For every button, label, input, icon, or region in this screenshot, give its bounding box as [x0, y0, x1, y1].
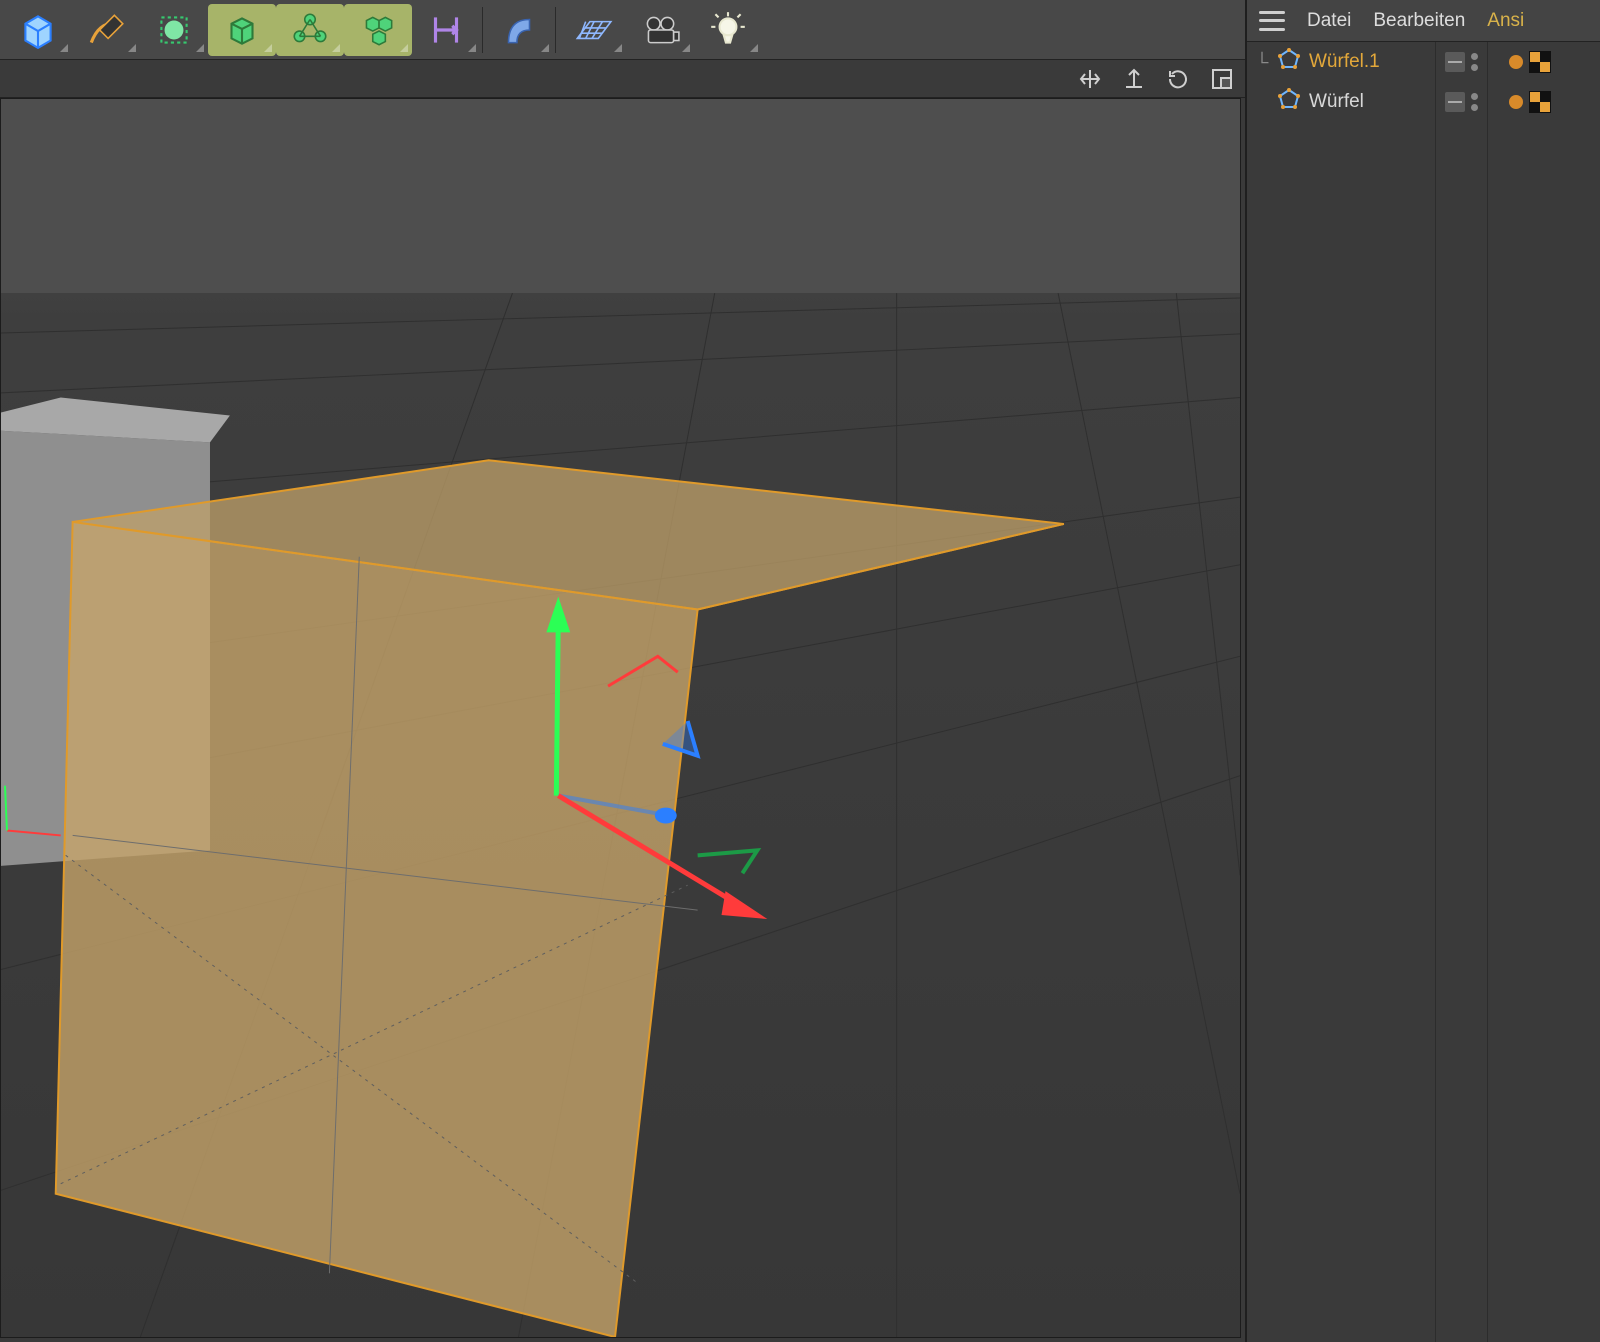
- tree-branch-icon: [1255, 92, 1269, 113]
- polygon-object-icon: [1277, 87, 1301, 117]
- tool-floor[interactable]: [558, 4, 626, 56]
- object-selected-cube[interactable]: [56, 460, 1064, 1337]
- texture-tag-icon[interactable]: [1529, 91, 1551, 113]
- toolbar-separator: [555, 7, 556, 53]
- visibility-dots[interactable]: [1471, 93, 1478, 111]
- object-manager-panel: Datei Bearbeiten Ansi └ Würfel.1: [1245, 0, 1600, 1342]
- tool-camera[interactable]: [626, 4, 694, 56]
- tool-atom-array[interactable]: [276, 4, 344, 56]
- submenu-indicator-icon: [264, 44, 272, 52]
- viewport-maximize-icon[interactable]: [1209, 66, 1235, 92]
- submenu-indicator-icon: [332, 44, 340, 52]
- toolbar-separator: [482, 7, 483, 53]
- submenu-indicator-icon: [128, 44, 136, 52]
- submenu-indicator-icon: [468, 44, 476, 52]
- object-tree[interactable]: └ Würfel.1 Würfel: [1247, 42, 1435, 1342]
- tool-light[interactable]: [694, 4, 762, 56]
- tool-spline-pen[interactable]: [72, 4, 140, 56]
- texture-tag-icon[interactable]: [1529, 51, 1551, 73]
- menu-file[interactable]: Datei: [1307, 10, 1351, 32]
- object-name[interactable]: Würfel: [1309, 91, 1364, 113]
- viewport-orbit-icon[interactable]: [1165, 66, 1191, 92]
- tool-cloner[interactable]: [344, 4, 412, 56]
- submenu-indicator-icon: [60, 44, 68, 52]
- menu-view[interactable]: Ansi: [1487, 10, 1524, 32]
- viewport-pan-icon[interactable]: [1077, 66, 1103, 92]
- tags-column: [1487, 42, 1571, 1342]
- submenu-indicator-icon: [614, 44, 622, 52]
- menu-edit[interactable]: Bearbeiten: [1373, 10, 1465, 32]
- polygon-object-icon: [1277, 47, 1301, 77]
- visibility-dots[interactable]: [1471, 53, 1478, 71]
- display-tag-icon[interactable]: [1509, 95, 1523, 109]
- viewport-header: [0, 60, 1245, 98]
- layer-column: [1435, 42, 1487, 1342]
- submenu-indicator-icon: [196, 44, 204, 52]
- tool-subdivision-surface[interactable]: [140, 4, 208, 56]
- submenu-indicator-icon: [682, 44, 690, 52]
- viewport-3d[interactable]: andardkamera ●●: [0, 98, 1241, 1338]
- object-row-0[interactable]: └ Würfel.1: [1247, 42, 1435, 82]
- submenu-indicator-icon: [541, 44, 549, 52]
- tool-extrude-generator[interactable]: [208, 4, 276, 56]
- submenu-indicator-icon: [400, 44, 408, 52]
- tool-guide[interactable]: [412, 4, 480, 56]
- tool-bend-deformer[interactable]: [485, 4, 553, 56]
- layer-chip[interactable]: [1445, 52, 1465, 72]
- object-row-1[interactable]: Würfel: [1247, 82, 1435, 122]
- scene-render: [1, 99, 1240, 1337]
- panel-menu-icon[interactable]: [1259, 11, 1285, 31]
- main-toolbar: [0, 0, 1245, 60]
- tool-cube-primitive[interactable]: [4, 4, 72, 56]
- object-name[interactable]: Würfel.1: [1309, 51, 1380, 73]
- tree-branch-icon: └: [1255, 52, 1269, 73]
- layer-chip[interactable]: [1445, 92, 1465, 112]
- object-manager-menu: Datei Bearbeiten Ansi: [1247, 0, 1600, 42]
- submenu-indicator-icon: [750, 44, 758, 52]
- viewport-dolly-icon[interactable]: [1121, 66, 1147, 92]
- display-tag-icon[interactable]: [1509, 55, 1523, 69]
